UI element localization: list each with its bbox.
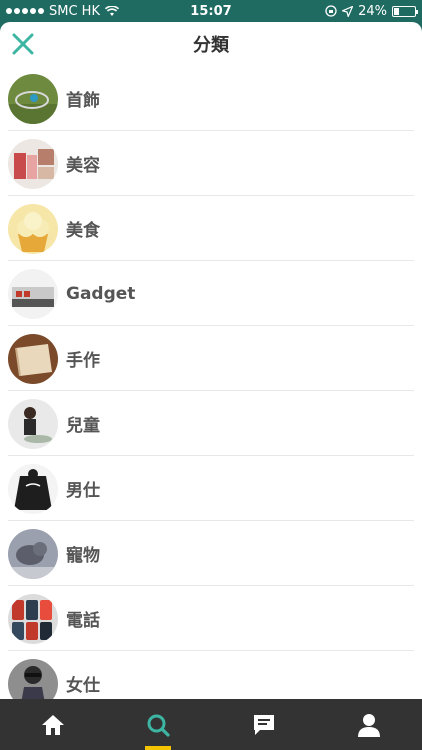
location-icon xyxy=(342,5,354,17)
search-icon xyxy=(147,714,170,737)
category-thumbnail xyxy=(8,333,58,384)
category-thumbnail xyxy=(8,658,58,699)
category-thumbnail xyxy=(8,138,58,189)
close-icon xyxy=(12,33,34,55)
category-label: 美食 xyxy=(66,221,100,241)
bottom-tab-bar xyxy=(0,699,422,750)
category-item-kids[interactable]: 兒童 xyxy=(0,391,422,456)
category-label: 手作 xyxy=(66,351,100,371)
category-thumbnail xyxy=(8,73,58,124)
battery-percent: 24% xyxy=(358,3,387,19)
status-bar: SMC HK 15:07 24% xyxy=(0,0,422,22)
category-item-gadget[interactable]: Gadget xyxy=(0,261,422,326)
tab-home[interactable] xyxy=(0,699,106,750)
category-item-handmade[interactable]: 手作 xyxy=(0,326,422,391)
category-label: Gadget xyxy=(66,283,136,304)
category-label: 電話 xyxy=(66,611,100,631)
category-thumbnail xyxy=(8,268,58,319)
category-item-men[interactable]: 男仕 xyxy=(0,456,422,521)
category-item-food[interactable]: 美食 xyxy=(0,196,422,261)
page-title: 分類 xyxy=(193,35,229,56)
category-item-pets[interactable]: 寵物 xyxy=(0,521,422,586)
category-thumbnail xyxy=(8,528,58,579)
home-icon xyxy=(41,714,64,735)
category-item-phone[interactable]: 電話 xyxy=(0,586,422,651)
category-thumbnail xyxy=(8,203,58,254)
header: 分類 xyxy=(0,22,422,66)
status-left: SMC HK xyxy=(6,4,119,19)
category-label: 首飾 xyxy=(66,91,100,111)
category-thumbnail xyxy=(8,398,58,449)
signal-icon xyxy=(6,8,44,14)
category-item-beauty[interactable]: 美容 xyxy=(0,131,422,196)
category-item-women[interactable]: 女仕 xyxy=(0,651,422,699)
tab-messages[interactable] xyxy=(211,699,317,750)
tab-search[interactable] xyxy=(106,699,212,750)
category-item-jewelry[interactable]: 首飾 xyxy=(0,66,422,131)
battery-icon xyxy=(392,5,418,17)
tab-profile[interactable] xyxy=(317,699,422,750)
profile-icon xyxy=(358,713,381,737)
category-label: 女仕 xyxy=(66,676,100,696)
category-sheet: 分類 首飾 美容 美食 Gadget 手作 兒童 男仕 寵物 電話 女仕 xyxy=(0,22,422,699)
status-right: 24% xyxy=(325,3,418,19)
category-thumbnail xyxy=(8,463,58,514)
category-label: 寵物 xyxy=(66,546,100,566)
category-thumbnail xyxy=(8,593,58,644)
category-label: 男仕 xyxy=(66,481,100,501)
chat-icon xyxy=(253,714,274,735)
category-list: 首飾 美容 美食 Gadget 手作 兒童 男仕 寵物 電話 女仕 xyxy=(0,66,422,699)
category-label: 美容 xyxy=(66,156,100,176)
close-button[interactable] xyxy=(10,31,36,57)
wifi-icon xyxy=(104,5,119,16)
orientation-lock-icon xyxy=(325,5,337,17)
carrier-name: SMC HK xyxy=(49,3,100,19)
category-label: 兒童 xyxy=(66,416,100,436)
